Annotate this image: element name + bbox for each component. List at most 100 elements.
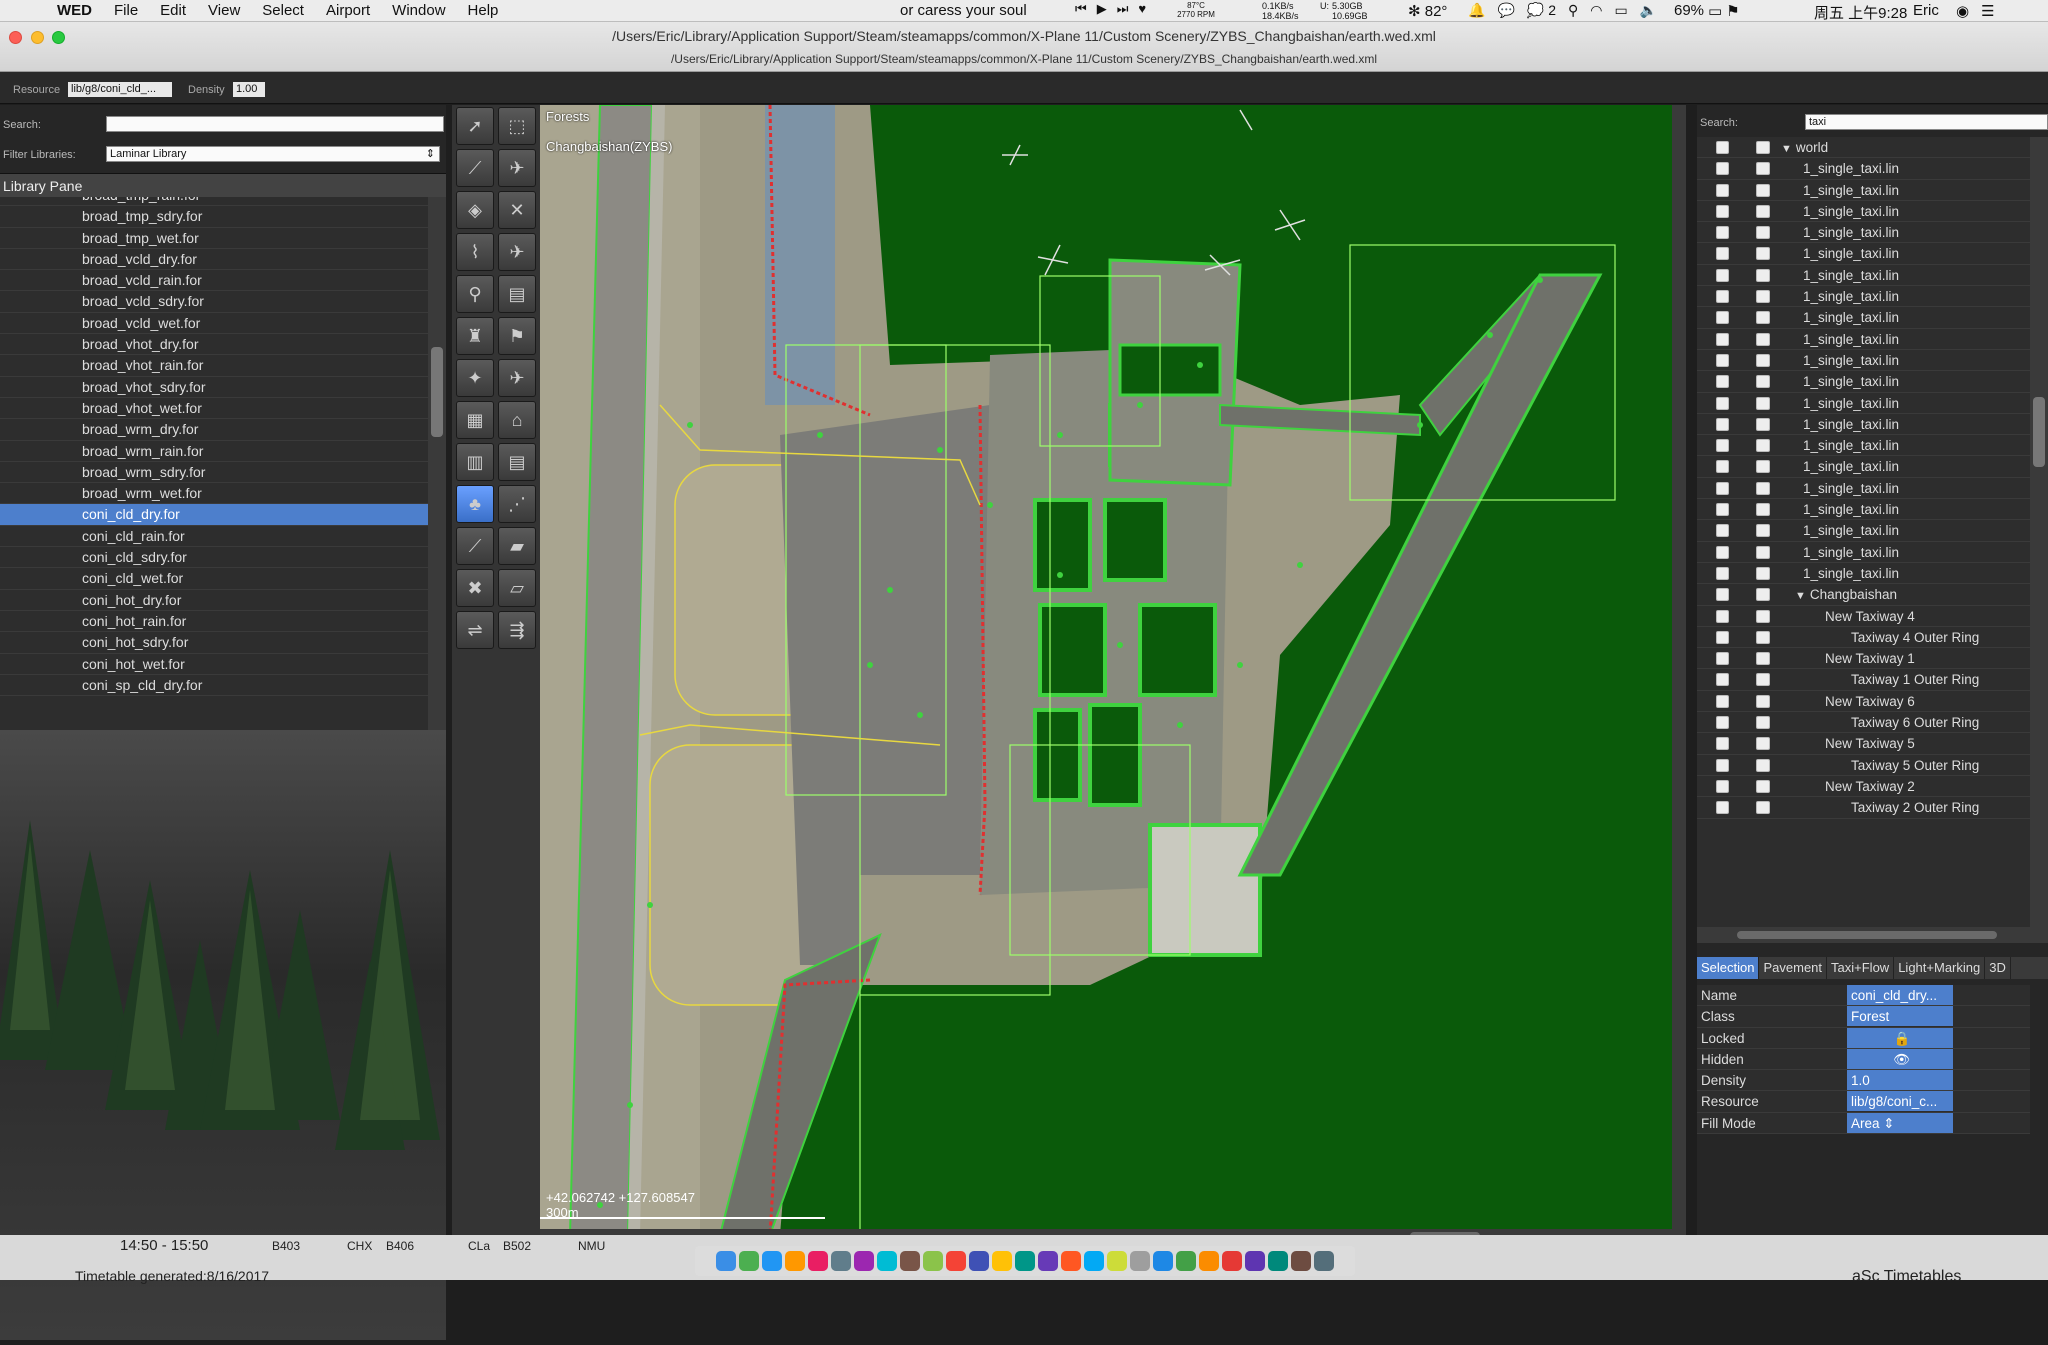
lock-icon[interactable] — [1716, 716, 1729, 730]
disclosure-triangle-icon[interactable]: ▼ — [1795, 590, 1806, 602]
lock-icon[interactable] — [1716, 417, 1729, 431]
dock-app-icon[interactable] — [1084, 1251, 1104, 1271]
eye-icon[interactable] — [1756, 353, 1770, 367]
heart-icon[interactable]: ♥ — [1138, 1, 1146, 17]
hierarchy-row[interactable]: 1_single_taxi.lin — [1697, 542, 2030, 563]
library-item[interactable]: broad_wrm_sdry.for — [0, 462, 428, 484]
dock-app-icon[interactable] — [946, 1251, 966, 1271]
hierarchy-row[interactable]: 1_single_taxi.lin — [1697, 307, 2030, 329]
lock-icon[interactable] — [1716, 652, 1729, 666]
lock-icon[interactable] — [1716, 524, 1729, 538]
eye-icon[interactable] — [1756, 652, 1770, 666]
lock-icon[interactable] — [1716, 801, 1729, 815]
hierarchy-row[interactable]: 1_single_taxi.lin — [1697, 286, 2030, 308]
lock-icon[interactable] — [1716, 737, 1729, 751]
wifi-icon[interactable]: ◠ — [1590, 2, 1602, 19]
menu-airport[interactable]: Airport — [315, 2, 381, 19]
library-item[interactable]: coni_hot_rain.for — [0, 611, 428, 633]
sealane-tool-icon[interactable]: ◈ — [456, 191, 494, 229]
library-item[interactable]: coni_sp_cld_dry.for — [0, 675, 428, 697]
volume-icon[interactable]: 🔈 — [1640, 2, 1657, 19]
notification-center-icon[interactable]: ☰ — [1981, 2, 1994, 20]
dock-app-icon[interactable] — [1222, 1251, 1242, 1271]
resource-field[interactable]: lib/g8/coni_cld_... — [68, 82, 172, 97]
eye-icon[interactable] — [1756, 737, 1770, 751]
lock-icon[interactable] — [1716, 673, 1729, 687]
eye-icon[interactable] — [1756, 566, 1770, 580]
hierarchy-hscrollbar[interactable] — [1697, 927, 2048, 943]
hierarchy-row[interactable]: ▼ world — [1697, 137, 2030, 159]
eye-icon[interactable] — [1756, 268, 1770, 282]
cpu-monitor[interactable]: 87°C 2770 RPM — [1176, 1, 1216, 19]
eye-icon[interactable] — [1756, 588, 1770, 602]
hierarchy-row[interactable]: 1_single_taxi.lin — [1697, 414, 2030, 436]
dock-app-icon[interactable] — [1314, 1251, 1334, 1271]
hierarchy-row[interactable]: 1_single_taxi.lin — [1697, 350, 2030, 372]
lock-icon[interactable] — [1716, 226, 1729, 240]
tab-taxi-flow[interactable]: Taxi+Flow — [1827, 957, 1895, 979]
previous-track-icon[interactable]: ⏮ — [1075, 1, 1087, 17]
clock[interactable]: 周五 上午9:28 — [1814, 2, 1907, 23]
eye-icon[interactable] — [1756, 290, 1770, 304]
lock-icon[interactable] — [1716, 141, 1729, 154]
eye-icon[interactable] — [1756, 694, 1770, 708]
eye-icon[interactable] — [1756, 545, 1770, 559]
hierarchy-row[interactable]: New Taxiway 6 — [1697, 691, 2030, 713]
network-monitor[interactable]: 0.1KB/s 18.4KB/s — [1262, 1, 1299, 21]
eye-icon[interactable] — [1756, 183, 1770, 197]
library-item[interactable]: broad_vhot_sdry.for — [0, 377, 428, 398]
lock-icon[interactable] — [1716, 779, 1729, 793]
tab-light-marking[interactable]: Light+Marking — [1894, 957, 1986, 979]
dock-app-icon[interactable] — [854, 1251, 874, 1271]
vehicle-tool-icon[interactable]: ⇶ — [498, 611, 536, 649]
tower-tool-icon[interactable]: ♜ — [456, 317, 494, 355]
light-tool-icon[interactable]: ⚲ — [456, 275, 494, 313]
tab-3d[interactable]: 3D — [1985, 957, 2011, 979]
string-tool-icon[interactable]: ⋰ — [498, 485, 536, 523]
lock-icon[interactable] — [1716, 758, 1729, 772]
eye-icon[interactable] — [1756, 226, 1770, 240]
library-item[interactable]: broad_vcld_sdry.for — [0, 291, 428, 313]
play-icon[interactable]: ▶ — [1097, 1, 1107, 17]
dock-app-icon[interactable] — [1038, 1251, 1058, 1271]
dock-app-icon[interactable] — [762, 1251, 782, 1271]
eye-icon[interactable] — [1756, 417, 1770, 431]
lock-icon[interactable] — [1716, 588, 1729, 602]
tab-selection[interactable]: Selection — [1697, 957, 1760, 979]
lock-icon[interactable] — [1716, 609, 1729, 623]
facade-tool-icon[interactable]: ▤ — [498, 443, 536, 481]
eye-icon[interactable] — [1756, 630, 1770, 644]
dock-app-icon[interactable] — [1176, 1251, 1196, 1271]
line-tool-icon[interactable]: ⟋ — [456, 527, 494, 565]
lock-icon[interactable] — [1716, 332, 1729, 346]
lock-icon[interactable] — [1716, 545, 1729, 559]
menu-edit[interactable]: Edit — [149, 2, 197, 19]
disk-monitor[interactable]: U: 5.30GB 10.69GB — [1320, 1, 1368, 21]
atc-tool-icon[interactable]: ⌂ — [498, 401, 536, 439]
library-item[interactable]: broad_wrm_dry.for — [0, 419, 428, 441]
lock-icon[interactable] — [1716, 247, 1729, 261]
search-icon[interactable]: ⚲ — [1568, 2, 1578, 19]
disclosure-triangle-icon[interactable]: ▼ — [1781, 143, 1792, 155]
forest-tool-icon[interactable]: ♣ — [456, 485, 494, 523]
library-item[interactable]: coni_hot_dry.for — [0, 590, 428, 611]
hierarchy-row[interactable]: 1_single_taxi.lin — [1697, 393, 2030, 414]
library-item[interactable]: broad_tmp_rain.for — [0, 197, 428, 207]
menu-help[interactable]: Help — [457, 2, 510, 19]
eye-icon[interactable] — [1756, 481, 1770, 495]
lock-icon[interactable] — [1716, 353, 1729, 367]
eye-icon[interactable] — [1756, 673, 1770, 687]
object-tool-icon[interactable]: ▥ — [456, 443, 494, 481]
lock-icon[interactable] — [1716, 375, 1729, 389]
weather-temp[interactable]: ✻ 82° — [1408, 2, 1447, 20]
windsock-tool-icon[interactable]: ⚑ — [498, 317, 536, 355]
marquee-tool-icon[interactable]: ➚ — [456, 107, 494, 145]
map-view[interactable]: Forests Changbaishan(ZYBS) +42.062742 +1… — [540, 105, 1672, 1235]
library-search-input[interactable] — [106, 116, 444, 132]
hierarchy-row[interactable]: New Taxiway 2 — [1697, 776, 2030, 798]
lock-icon[interactable] — [1716, 439, 1729, 453]
battery-indicator[interactable]: 69% ▭ ⚑ — [1674, 2, 1740, 20]
dock-app-icon[interactable] — [1291, 1251, 1311, 1271]
lock-icon[interactable] — [1716, 311, 1729, 325]
library-item[interactable]: broad_tmp_wet.for — [0, 228, 428, 249]
